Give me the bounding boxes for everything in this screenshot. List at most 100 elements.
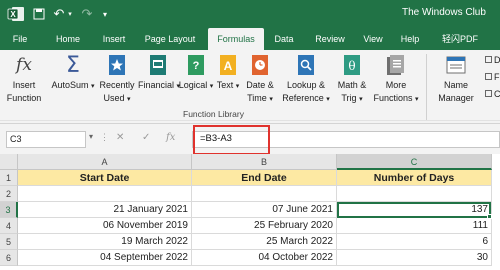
tab-formulas[interactable]: Formulas — [208, 28, 264, 50]
cell-c5[interactable]: 6 — [337, 234, 492, 250]
use-in-formula-item[interactable]: F — [485, 72, 500, 82]
cell-b2[interactable] — [192, 186, 337, 202]
name-manager-label-2: Manager — [438, 93, 474, 103]
star-book-icon — [105, 52, 129, 78]
window-title: The Windows Club — [402, 7, 486, 18]
math-trig-label: Math & — [337, 80, 367, 90]
cell-a2[interactable] — [18, 186, 192, 202]
cancel-icon[interactable]: ✕ — [116, 132, 124, 143]
active-cell-border — [337, 202, 491, 218]
more-functions-label-2: Functions — [373, 93, 413, 103]
create-from-selection-item[interactable]: C — [485, 89, 500, 99]
math-trig-button[interactable]: θ Math & Trig ▾ — [334, 52, 370, 105]
fill-handle[interactable] — [487, 214, 492, 219]
cell-c4[interactable]: 111 — [337, 218, 492, 234]
cell-c6[interactable]: 30 — [337, 250, 492, 266]
financial-book-icon — [146, 52, 170, 78]
enter-check-icon[interactable]: ✓ — [142, 132, 150, 143]
define-name-icon — [485, 56, 492, 63]
logical-button[interactable]: ? Logical ▾ — [178, 52, 214, 92]
column-header-b[interactable]: B — [192, 154, 337, 170]
row-header-1[interactable]: 1 — [0, 170, 18, 186]
cell-a6[interactable]: 04 September 2022 — [18, 250, 192, 266]
name-manager-label: Name — [443, 80, 468, 90]
undo-dropdown-icon[interactable]: ▾ — [66, 5, 74, 23]
lookup-label: Lookup & — [286, 80, 326, 90]
text-label: Text — [216, 80, 234, 90]
define-name-item[interactable]: D — [485, 55, 500, 65]
formula-bar-grip-icon: ⋮ — [100, 132, 109, 142]
column-header-c[interactable]: C — [337, 154, 492, 170]
save-icon[interactable] — [32, 5, 46, 23]
tab-file[interactable]: File — [6, 28, 34, 50]
logical-label: Logical — [178, 80, 208, 90]
use-in-formula-icon — [485, 73, 492, 80]
date-time-book-icon — [248, 52, 272, 78]
insert-function-fx-icon[interactable]: fx — [166, 132, 175, 143]
name-box[interactable]: C3 — [6, 131, 86, 148]
svg-text:A: A — [224, 59, 233, 73]
tab-page-layout[interactable]: Page Layout — [140, 28, 200, 50]
row-header-2[interactable]: 2 — [0, 186, 18, 202]
cell-a5[interactable]: 19 March 2022 — [18, 234, 192, 250]
formula-bar: C3 ▾ ⋮ ✕ ✓ fx =B3-A3 — [0, 124, 500, 155]
more-functions-button[interactable]: More Functions ▾ — [372, 52, 420, 105]
tab-view[interactable]: View — [360, 28, 386, 50]
text-button[interactable]: A Text ▾ — [214, 52, 242, 92]
math-trig-label-2: Trig — [341, 93, 357, 103]
row-header-5[interactable]: 5 — [0, 234, 18, 250]
row-header-4[interactable]: 4 — [0, 218, 18, 234]
date-time-button[interactable]: Date & Time ▾ — [242, 52, 278, 105]
column-header-a[interactable]: A — [18, 154, 192, 170]
date-time-label-2: Time — [247, 93, 267, 103]
name-manager-button[interactable]: Name Manager — [434, 52, 478, 104]
insert-function-label: Insert — [12, 80, 36, 90]
insert-function-label-2: Function — [6, 93, 42, 103]
customize-toolbar-icon[interactable]: ▾ — [100, 5, 110, 23]
function-library-group-label: Function Library — [183, 109, 244, 119]
date-time-label: Date & — [246, 80, 274, 90]
cell-c1[interactable]: Number of Days — [337, 170, 492, 186]
math-trig-book-icon: θ — [340, 52, 364, 78]
create-from-selection-icon — [485, 90, 492, 97]
cell-a3[interactable]: 21 January 2021 — [18, 202, 192, 218]
cell-b3[interactable]: 07 June 2021 — [192, 202, 337, 218]
cell-b4[interactable]: 25 February 2020 — [192, 218, 337, 234]
autosum-button[interactable]: Σ AutoSum ▾ — [50, 52, 96, 92]
title-bar: X ↶ ▾ ↷ ▾ The Windows Club — [0, 0, 500, 28]
text-book-icon: A — [216, 52, 240, 78]
define-name-label: D — [494, 55, 500, 65]
name-box-dropdown-icon[interactable]: ▾ — [89, 132, 93, 141]
cell-a1[interactable]: Start Date — [18, 170, 192, 186]
tab-help[interactable]: Help — [396, 28, 424, 50]
cell-c2[interactable] — [337, 186, 492, 202]
cell-a4[interactable]: 06 November 2019 — [18, 218, 192, 234]
cell-b5[interactable]: 25 March 2022 — [192, 234, 337, 250]
row-header-6[interactable]: 6 — [0, 250, 18, 266]
create-from-selection-label: C — [494, 89, 500, 99]
recently-used-label: Recently — [99, 80, 135, 90]
redo-icon[interactable]: ↷ — [80, 5, 94, 23]
cell-b1[interactable]: End Date — [192, 170, 337, 186]
financial-button[interactable]: Financial ▾ — [138, 52, 180, 92]
lookup-reference-button[interactable]: Lookup & Reference ▾ — [280, 52, 332, 105]
tab-data[interactable]: Data — [270, 28, 298, 50]
tab-home[interactable]: Home — [50, 28, 86, 50]
lookup-label-2: Reference — [282, 93, 324, 103]
row-header-3[interactable]: 3 — [0, 202, 18, 218]
undo-icon[interactable]: ↶ — [52, 5, 66, 23]
tab-review[interactable]: Review — [310, 28, 350, 50]
tab-insert[interactable]: Insert — [96, 28, 132, 50]
select-all-corner[interactable] — [0, 154, 18, 170]
sigma-icon: Σ — [66, 52, 80, 78]
tab-pdf[interactable]: 轻闪PDF — [440, 28, 480, 50]
ribbon-bottom-line — [0, 120, 500, 121]
group-separator — [426, 54, 427, 120]
recently-used-button[interactable]: Recently Used ▾ — [96, 52, 138, 105]
insert-function-button[interactable]: fx Insert Function — [4, 52, 44, 104]
use-in-formula-label: F — [494, 72, 500, 82]
lookup-book-icon — [294, 52, 318, 78]
more-functions-label: More — [385, 80, 407, 90]
cell-b6[interactable]: 04 October 2022 — [192, 250, 337, 266]
svg-text:X: X — [10, 10, 16, 19]
